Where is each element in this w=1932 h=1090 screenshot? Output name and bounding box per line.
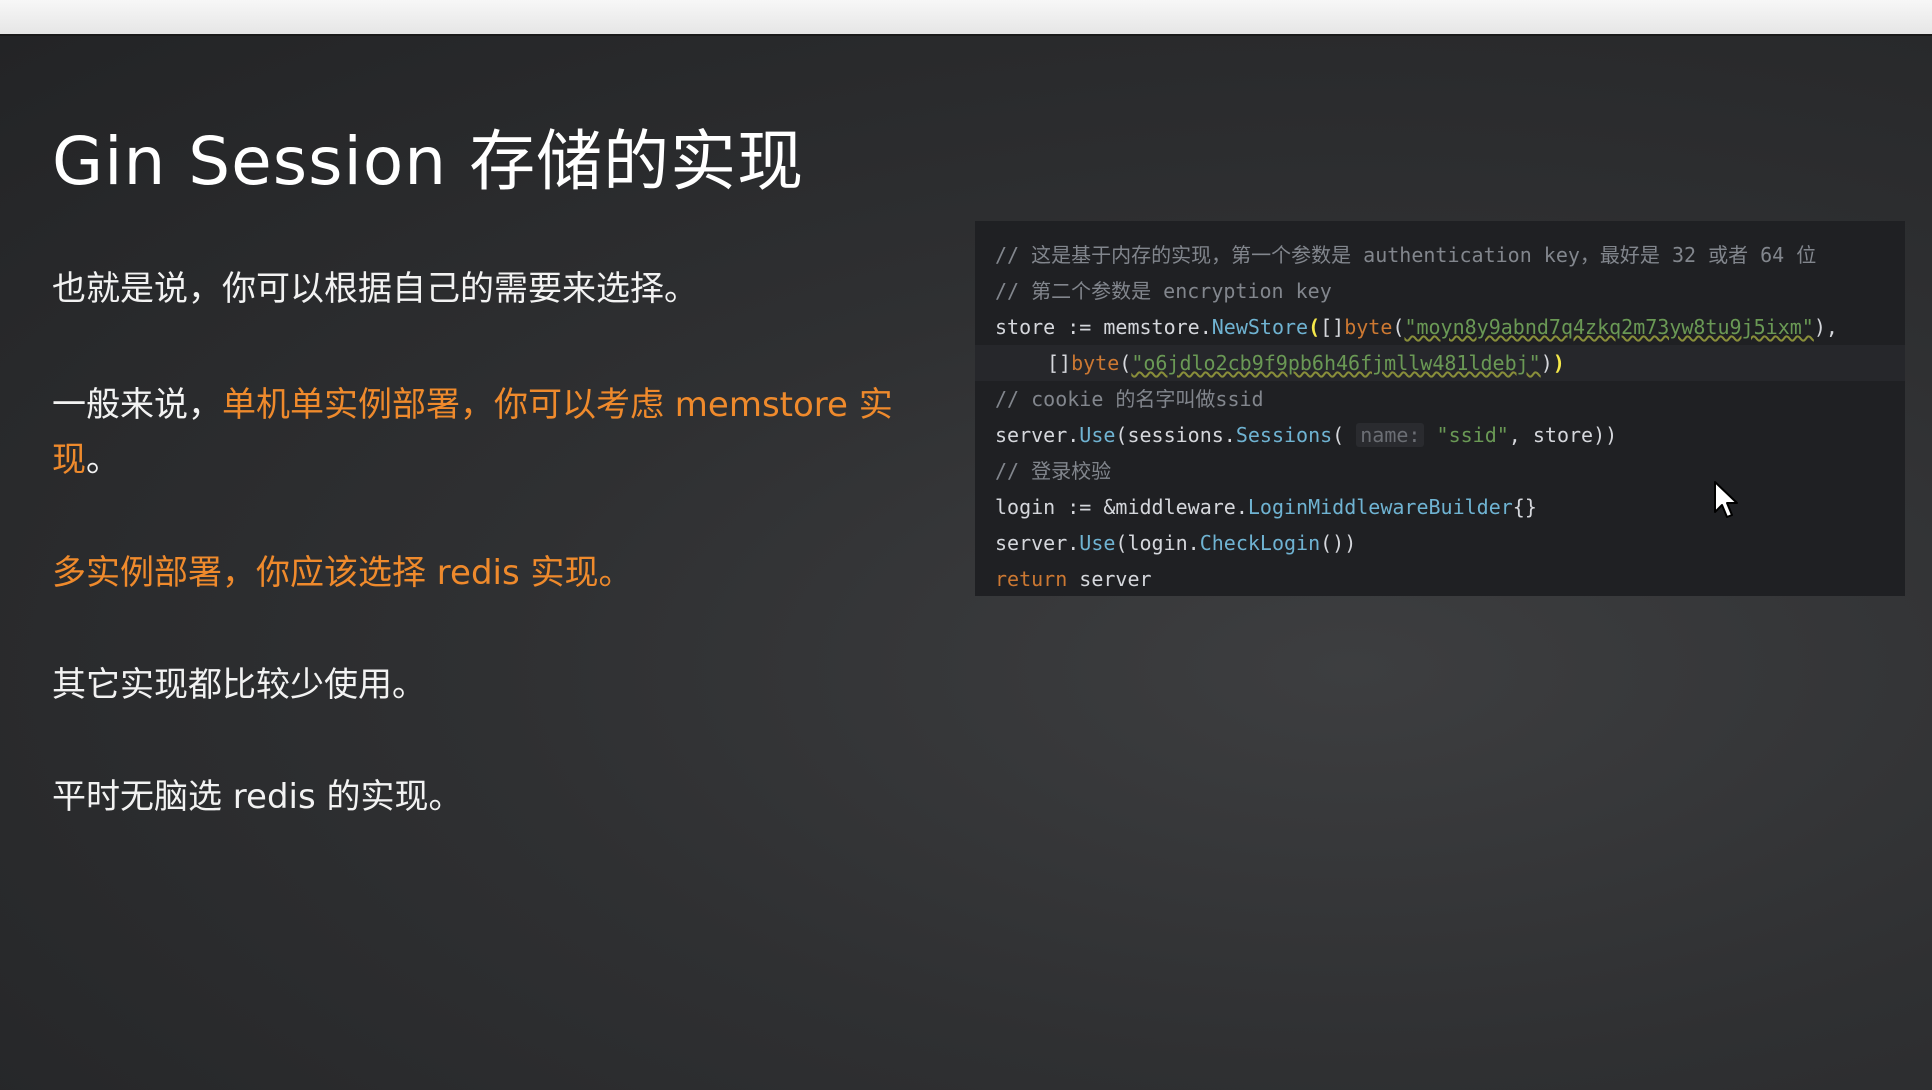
code-keyword: byte <box>1071 351 1120 375</box>
code-bracket-match: ) <box>1552 351 1565 375</box>
code-line-5: // cookie 的名字叫做ssid <box>975 381 1905 417</box>
code-function: NewStore <box>1211 315 1309 339</box>
code-bracket-match: ( <box>1308 315 1321 339</box>
code-comment: // 第二个参数是 encryption key <box>995 279 1332 303</box>
code-line-1: // 这是基于内存的实现，第一个参数是 authentication key，最… <box>975 237 1905 273</box>
code-function: LoginMiddlewareBuilder <box>1247 495 1513 519</box>
code-text: server. <box>995 531 1080 555</box>
paragraph-default-redis: 平时无脑选 redis 的实现。 <box>52 777 463 817</box>
code-text: server. <box>995 423 1080 447</box>
code-string: "moyn8y9abnd7q4zkq2m73yw8tu9j5ixm" <box>1404 315 1814 339</box>
code-comment: // cookie 的名字叫做ssid <box>995 387 1264 411</box>
code-keyword: byte <box>1344 315 1393 339</box>
code-text: ( <box>1119 351 1132 375</box>
window-top-bar <box>0 0 1932 36</box>
code-function: Use <box>1079 423 1116 447</box>
memstore-prefix: 一般来说， <box>52 385 222 425</box>
code-text: [] <box>1320 315 1345 339</box>
code-function: CheckLogin <box>1199 531 1321 555</box>
code-text: login := &middleware. <box>995 495 1248 519</box>
paragraph-other: 其它实现都比较少使用。 <box>52 665 426 705</box>
code-keyword: return <box>995 567 1068 591</box>
code-text: (login. <box>1115 531 1200 555</box>
code-text: ()) <box>1320 531 1357 555</box>
code-text: , store)) <box>1508 423 1618 447</box>
slide-title: Gin Session 存储的实现 <box>52 123 805 200</box>
code-text: ( <box>1332 423 1357 447</box>
code-line-4: []byte("o6jdlo2cb9f9pb6h46fjmllw481ldebj… <box>975 345 1905 381</box>
code-comment: // 这是基于内存的实现，第一个参数是 authentication key，最… <box>995 243 1817 267</box>
code-text: memstore. <box>1103 315 1212 339</box>
code-line-9: server.Use(login.CheckLogin()) <box>975 525 1905 561</box>
code-text: ) <box>1540 351 1553 375</box>
code-line-7: // 登录校验 <box>975 453 1905 489</box>
code-param-hint: name: <box>1356 423 1425 447</box>
code-line-8: login := &middleware.LoginMiddlewareBuil… <box>975 489 1905 525</box>
code-line-3: store := memstore.NewStore([]byte("moyn8… <box>975 309 1905 345</box>
code-line-6: server.Use(sessions.Sessions( name: "ssi… <box>975 417 1905 453</box>
code-function: Use <box>1079 531 1116 555</box>
paragraph-memstore: 一般来说，单机单实例部署，你可以考虑 memstore 实现。 <box>52 378 912 488</box>
paragraph-redis-highlight: 多实例部署，你应该选择 redis 实现。 <box>52 553 633 593</box>
code-line-10: return server <box>975 561 1905 597</box>
code-text: [] <box>1047 351 1072 375</box>
code-string: "ssid" <box>1436 423 1509 447</box>
code-text: ), <box>1813 315 1838 339</box>
code-comment: // 登录校验 <box>995 459 1112 483</box>
code-line-2: // 第二个参数是 encryption key <box>975 273 1905 309</box>
code-block: // 这是基于内存的实现，第一个参数是 authentication key，最… <box>975 221 1905 596</box>
paragraph-choose: 也就是说，你可以根据自己的需要来选择。 <box>52 269 698 309</box>
mouse-pointer-icon <box>1713 480 1739 520</box>
code-text: server <box>1067 567 1152 591</box>
code-string: "o6jdlo2cb9f9pb6h46fjmllw481ldebj" <box>1131 351 1541 375</box>
code-text: ( <box>1392 315 1405 339</box>
code-text: {} <box>1512 495 1537 519</box>
memstore-suffix: 。 <box>86 440 120 480</box>
code-text: store := <box>995 315 1104 339</box>
code-function: Sessions <box>1235 423 1333 447</box>
code-text: (sessions. <box>1115 423 1236 447</box>
